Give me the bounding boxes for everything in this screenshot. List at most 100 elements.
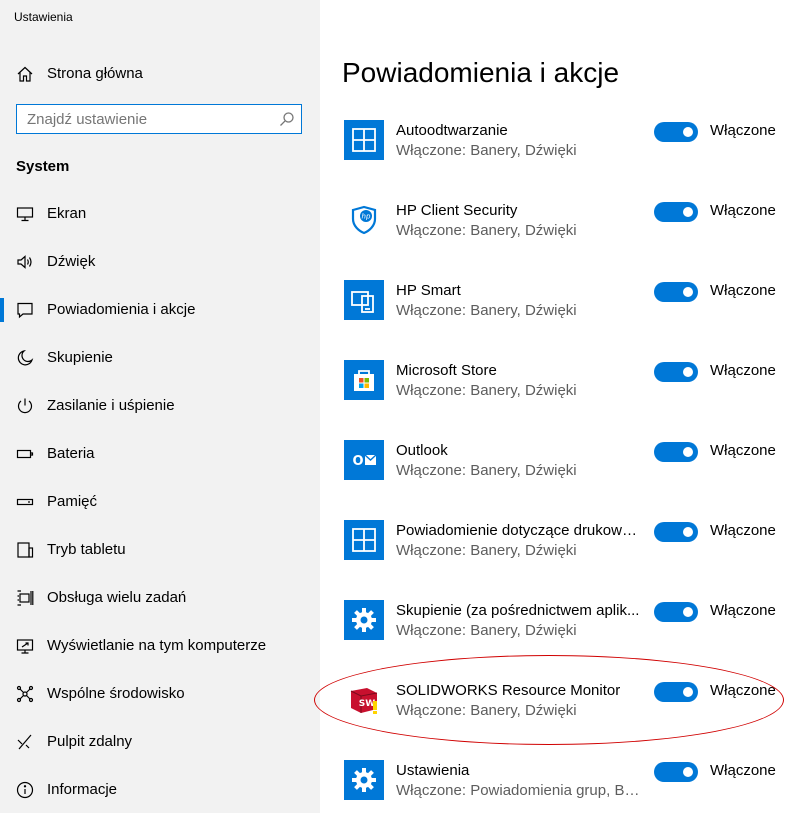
- sidebar-item-label: Ekran: [47, 205, 87, 222]
- page-title: Powiadomienia i akcje: [342, 57, 620, 88]
- sidebar-item-zasilanie[interactable]: Zasilanie i uśpienie: [0, 386, 320, 426]
- notification-toggle[interactable]: [654, 442, 698, 462]
- sidebar-item-pulpit-zdalny[interactable]: Pulpit zdalny: [0, 722, 320, 762]
- app-row-outlook[interactable]: O Outlook Włączone: Banery, Dźwięki Włąc…: [320, 440, 798, 500]
- toggle-knob: [683, 287, 693, 297]
- app-row-autoodtwarzanie[interactable]: Autoodtwarzanie Włączone: Banery, Dźwięk…: [320, 120, 798, 180]
- app-row-microsoft-store[interactable]: Microsoft Store Włączone: Banery, Dźwięk…: [320, 360, 798, 420]
- svg-text:SW: SW: [359, 699, 375, 709]
- app-name: Skupienie (za pośrednictwem aplik...: [396, 602, 640, 619]
- home-icon: [16, 65, 34, 83]
- app-settings-summary[interactable]: Włączone: Banery, Dźwięki: [396, 622, 641, 639]
- app-name: SOLIDWORKS Resource Monitor: [396, 682, 621, 699]
- toggle-knob: [683, 687, 693, 697]
- sidebar-item-wyswietlanie[interactable]: Wyświetlanie na tym komputerze: [0, 626, 320, 666]
- toggle-state-label: Włączone: [710, 762, 776, 779]
- app-row-print-notification[interactable]: Powiadomienie dotyczące drukowa... Włącz…: [320, 520, 798, 580]
- notification-toggle[interactable]: [654, 122, 698, 142]
- app-settings-summary[interactable]: Włączone: Banery, Dźwięki: [396, 462, 641, 479]
- search-box: [16, 104, 302, 134]
- app-settings-summary[interactable]: Włączone: Banery, Dźwięki: [396, 382, 641, 399]
- toggle-state-label: Włączone: [710, 522, 776, 539]
- app-row-hp-smart[interactable]: HP Smart Włączone: Banery, Dźwięki Włącz…: [320, 280, 798, 340]
- sidebar-item-tryb-tabletu[interactable]: Tryb tabletu: [0, 530, 320, 570]
- sidebar-item-ekran[interactable]: Ekran: [0, 194, 320, 234]
- toggle-state-label: Włączone: [710, 442, 776, 459]
- tablet-icon: [16, 541, 34, 559]
- gear-icon: [344, 600, 384, 640]
- sidebar-item-label: Informacje: [47, 781, 118, 798]
- sidebar-item-label: Dźwięk: [47, 253, 96, 270]
- notification-toggle[interactable]: [654, 282, 698, 302]
- print-notify-icon: [344, 520, 384, 560]
- app-name: HP Smart: [396, 282, 461, 299]
- autoplay-icon: [344, 120, 384, 160]
- toggle-knob: [683, 207, 693, 217]
- sidebar-item-informacje[interactable]: Informacje: [0, 770, 320, 810]
- notification-toggle[interactable]: [654, 682, 698, 702]
- sidebar-item-powiadomienia[interactable]: Powiadomienia i akcje: [0, 290, 320, 330]
- notification-toggle[interactable]: [654, 602, 698, 622]
- app-name: Outlook: [396, 442, 448, 459]
- info-icon: [16, 781, 34, 799]
- app-row-ustawienia[interactable]: Ustawienia Włączone: Powiadomienia grup,…: [320, 760, 798, 820]
- sidebar-item-wiele-zadan[interactable]: Obsługa wielu zadań: [0, 578, 320, 618]
- hp-smart-icon: [344, 280, 384, 320]
- sidebar-item-label: Zasilanie i uśpienie: [47, 397, 175, 414]
- hp-shield-icon: hp: [344, 200, 384, 240]
- app-name: HP Client Security: [396, 202, 518, 219]
- moon-icon: [16, 349, 34, 367]
- app-settings-summary[interactable]: Włączone: Banery, Dźwięki: [396, 542, 641, 559]
- sidebar-item-pamiec[interactable]: Pamięć: [0, 482, 320, 522]
- notification-icon: [16, 301, 34, 319]
- app-row-solidworks-resource-monitor[interactable]: SW SOLIDWORKS Resource Monitor Włączone:…: [320, 680, 798, 740]
- power-icon: [16, 397, 34, 415]
- app-row-skupienie[interactable]: Skupienie (za pośrednictwem aplik... Włą…: [320, 600, 798, 660]
- store-bag-icon: [344, 360, 384, 400]
- app-settings-summary[interactable]: Włączone: Banery, Dźwięki: [396, 222, 641, 239]
- toggle-state-label: Włączone: [710, 282, 776, 299]
- sidebar-item-dzwiek[interactable]: Dźwięk: [0, 242, 320, 282]
- solidworks-icon: SW: [344, 680, 384, 720]
- notification-toggle[interactable]: [654, 762, 698, 782]
- sidebar-item-label: Bateria: [47, 445, 95, 462]
- app-settings-summary[interactable]: Włączone: Banery, Dźwięki: [396, 702, 641, 719]
- notification-toggle[interactable]: [654, 362, 698, 382]
- home-label: Strona główna: [47, 65, 143, 82]
- app-settings-summary[interactable]: Włączone: Powiadomienia grup, Ba...: [396, 782, 641, 799]
- toggle-state-label: Włączone: [710, 122, 776, 139]
- sidebar-item-wspolne-srodowisko[interactable]: Wspólne środowisko: [0, 674, 320, 714]
- display-icon: [16, 205, 34, 223]
- sidebar-item-skupienie[interactable]: Skupienie: [0, 338, 320, 378]
- sidebar-item-label: Powiadomienia i akcje: [47, 301, 196, 318]
- toggle-knob: [683, 527, 693, 537]
- storage-icon: [16, 493, 34, 511]
- svg-text:hp: hp: [362, 213, 371, 221]
- share-icon: [16, 685, 34, 703]
- sidebar-item-label: Pulpit zdalny: [47, 733, 133, 750]
- search-input[interactable]: [17, 105, 277, 133]
- notification-toggle[interactable]: [654, 202, 698, 222]
- sidebar-item-bateria[interactable]: Bateria: [0, 434, 320, 474]
- battery-icon: [16, 445, 34, 463]
- app-settings-summary[interactable]: Włączone: Banery, Dźwięki: [396, 142, 641, 159]
- app-row-hp-client-security[interactable]: hp HP Client Security Włączone: Banery, …: [320, 200, 798, 260]
- app-settings-summary[interactable]: Włączone: Banery, Dźwięki: [396, 302, 641, 319]
- app-name: Powiadomienie dotyczące drukowa...: [396, 522, 641, 539]
- toggle-state-label: Włączone: [710, 362, 776, 379]
- sidebar-item-label: Pamięć: [47, 493, 98, 510]
- window-title: Ustawienia: [14, 10, 73, 24]
- toggle-knob: [683, 767, 693, 777]
- notification-toggle[interactable]: [654, 522, 698, 542]
- toggle-knob: [683, 367, 693, 377]
- search-icon[interactable]: [279, 111, 295, 127]
- home-nav-item[interactable]: Strona główna: [0, 56, 320, 92]
- app-name: Autoodtwarzanie: [396, 122, 508, 139]
- toggle-state-label: Włączone: [710, 202, 776, 219]
- sidebar-item-label: Wspólne środowisko: [47, 685, 185, 702]
- toggle-state-label: Włączone: [710, 602, 776, 619]
- sidebar-item-label: Wyświetlanie na tym komputerze: [47, 637, 267, 654]
- app-name: Ustawienia: [396, 762, 470, 779]
- toggle-knob: [683, 607, 693, 617]
- sidebar-item-label: Tryb tabletu: [47, 541, 126, 558]
